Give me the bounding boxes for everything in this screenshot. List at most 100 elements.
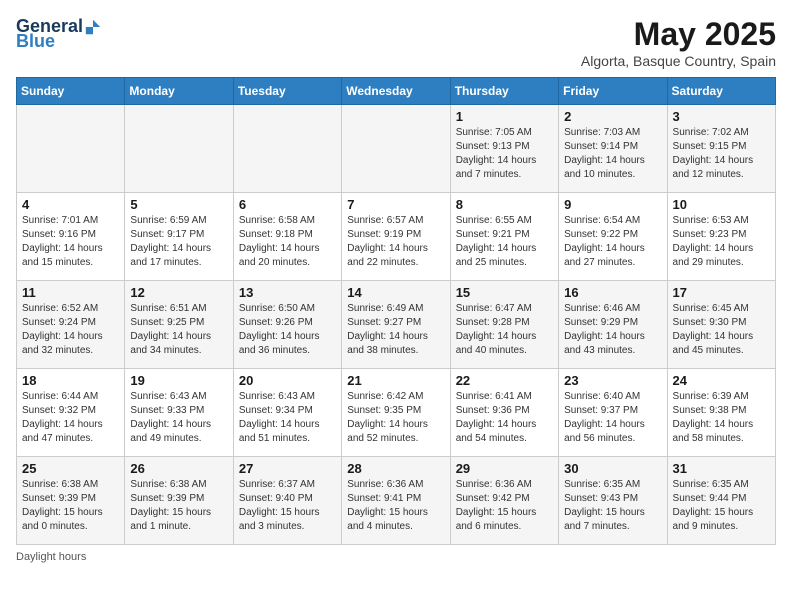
day-number: 5 xyxy=(130,197,227,212)
day-info: Sunrise: 7:05 AM Sunset: 9:13 PM Dayligh… xyxy=(456,126,553,182)
calendar-cell xyxy=(233,105,341,193)
day-number: 30 xyxy=(564,461,661,476)
day-number: 29 xyxy=(456,461,553,476)
day-number: 11 xyxy=(22,285,119,300)
calendar-week-3: 11 Sunrise: 6:52 AM Sunset: 9:24 PM Dayli… xyxy=(17,281,776,369)
day-number: 25 xyxy=(22,461,119,476)
calendar-cell: 12 Sunrise: 6:51 AM Sunset: 9:25 PM Dayli… xyxy=(125,281,233,369)
day-info: Sunrise: 6:58 AM Sunset: 9:18 PM Dayligh… xyxy=(239,214,336,270)
day-number: 14 xyxy=(347,285,444,300)
day-number: 12 xyxy=(130,285,227,300)
month-title: May 2025 xyxy=(581,16,776,53)
calendar-cell: 14 Sunrise: 6:49 AM Sunset: 9:27 PM Dayli… xyxy=(342,281,450,369)
day-info: Sunrise: 6:36 AM Sunset: 9:42 PM Dayligh… xyxy=(456,478,553,534)
day-info: Sunrise: 6:40 AM Sunset: 9:37 PM Dayligh… xyxy=(564,390,661,446)
logo-blue: Blue xyxy=(16,31,55,52)
calendar-cell: 13Sunrise: 6:50 AM Sunset: 9:26 PM Dayli… xyxy=(233,281,341,369)
day-number: 4 xyxy=(22,197,119,212)
calendar-cell: 2 Sunrise: 7:03 AM Sunset: 9:14 PM Daylig… xyxy=(559,105,667,193)
weekday-header-sunday: Sunday xyxy=(17,78,125,105)
calendar-cell: 8Sunrise: 6:55 AM Sunset: 9:21 PM Daylig… xyxy=(450,193,558,281)
calendar-cell: 29 Sunrise: 6:36 AM Sunset: 9:42 PM Dayli… xyxy=(450,457,558,545)
weekday-header-saturday: Saturday xyxy=(667,78,775,105)
weekday-header-wednesday: Wednesday xyxy=(342,78,450,105)
day-number: 27 xyxy=(239,461,336,476)
day-number: 18 xyxy=(22,373,119,388)
day-info: Sunrise: 6:42 AM Sunset: 9:35 PM Dayligh… xyxy=(347,390,444,446)
page-header: General Blue May 2025 Algorta, Basque Co… xyxy=(16,16,776,69)
day-info: Sunrise: 6:39 AM Sunset: 9:38 PM Dayligh… xyxy=(673,390,770,446)
calendar-cell: 9Sunrise: 6:54 AM Sunset: 9:22 PM Daylig… xyxy=(559,193,667,281)
day-info: Sunrise: 7:03 AM Sunset: 9:14 PM Dayligh… xyxy=(564,126,661,182)
calendar-cell: 20Sunrise: 6:43 AM Sunset: 9:34 PM Dayli… xyxy=(233,369,341,457)
weekday-header-friday: Friday xyxy=(559,78,667,105)
weekday-header-tuesday: Tuesday xyxy=(233,78,341,105)
day-number: 22 xyxy=(456,373,553,388)
day-number: 13 xyxy=(239,285,336,300)
calendar-cell xyxy=(125,105,233,193)
day-info: Sunrise: 6:49 AM Sunset: 9:27 PM Dayligh… xyxy=(347,302,444,358)
day-number: 16 xyxy=(564,285,661,300)
calendar-cell: 10Sunrise: 6:53 AM Sunset: 9:23 PM Dayli… xyxy=(667,193,775,281)
day-info: Sunrise: 6:51 AM Sunset: 9:25 PM Dayligh… xyxy=(130,302,227,358)
day-info: Sunrise: 6:37 AM Sunset: 9:40 PM Dayligh… xyxy=(239,478,336,534)
footer-note: Daylight hours xyxy=(16,551,776,563)
day-number: 24 xyxy=(673,373,770,388)
day-info: Sunrise: 7:02 AM Sunset: 9:15 PM Dayligh… xyxy=(673,126,770,182)
day-info: Sunrise: 6:52 AM Sunset: 9:24 PM Dayligh… xyxy=(22,302,119,358)
day-number: 31 xyxy=(673,461,770,476)
day-info: Sunrise: 6:45 AM Sunset: 9:30 PM Dayligh… xyxy=(673,302,770,358)
calendar-week-2: 4 Sunrise: 7:01 AM Sunset: 9:16 PM Daylig… xyxy=(17,193,776,281)
calendar-cell: 27 Sunrise: 6:37 AM Sunset: 9:40 PM Dayli… xyxy=(233,457,341,545)
calendar-week-1: 1 Sunrise: 7:05 AM Sunset: 9:13 PM Daylig… xyxy=(17,105,776,193)
day-number: 20 xyxy=(239,373,336,388)
calendar-cell: 31Sunrise: 6:35 AM Sunset: 9:44 PM Dayli… xyxy=(667,457,775,545)
day-number: 9 xyxy=(564,197,661,212)
weekday-header-monday: Monday xyxy=(125,78,233,105)
day-info: Sunrise: 6:43 AM Sunset: 9:33 PM Dayligh… xyxy=(130,390,227,446)
calendar-cell: 1 Sunrise: 7:05 AM Sunset: 9:13 PM Daylig… xyxy=(450,105,558,193)
logo: General Blue xyxy=(16,16,102,52)
day-number: 6 xyxy=(239,197,336,212)
day-info: Sunrise: 6:36 AM Sunset: 9:41 PM Dayligh… xyxy=(347,478,444,534)
day-number: 21 xyxy=(347,373,444,388)
calendar-cell: 3 Sunrise: 7:02 AM Sunset: 9:15 PM Daylig… xyxy=(667,105,775,193)
day-info: Sunrise: 6:55 AM Sunset: 9:21 PM Dayligh… xyxy=(456,214,553,270)
day-number: 3 xyxy=(673,109,770,124)
day-info: Sunrise: 6:59 AM Sunset: 9:17 PM Dayligh… xyxy=(130,214,227,270)
calendar-cell: 25Sunrise: 6:38 AM Sunset: 9:39 PM Dayli… xyxy=(17,457,125,545)
day-number: 1 xyxy=(456,109,553,124)
day-number: 2 xyxy=(564,109,661,124)
day-number: 28 xyxy=(347,461,444,476)
location-subtitle: Algorta, Basque Country, Spain xyxy=(581,53,776,69)
calendar-cell: 19 Sunrise: 6:43 AM Sunset: 9:33 PM Dayli… xyxy=(125,369,233,457)
calendar-table: SundayMondayTuesdayWednesdayThursdayFrid… xyxy=(16,77,776,545)
calendar-cell: 7Sunrise: 6:57 AM Sunset: 9:19 PM Daylig… xyxy=(342,193,450,281)
day-info: Sunrise: 7:01 AM Sunset: 9:16 PM Dayligh… xyxy=(22,214,119,270)
day-number: 19 xyxy=(130,373,227,388)
calendar-cell xyxy=(17,105,125,193)
day-info: Sunrise: 6:41 AM Sunset: 9:36 PM Dayligh… xyxy=(456,390,553,446)
calendar-cell: 11 Sunrise: 6:52 AM Sunset: 9:24 PM Dayli… xyxy=(17,281,125,369)
day-info: Sunrise: 6:47 AM Sunset: 9:28 PM Dayligh… xyxy=(456,302,553,358)
calendar-cell xyxy=(342,105,450,193)
calendar-cell: 21 Sunrise: 6:42 AM Sunset: 9:35 PM Dayli… xyxy=(342,369,450,457)
calendar-cell: 6 Sunrise: 6:58 AM Sunset: 9:18 PM Daylig… xyxy=(233,193,341,281)
day-info: Sunrise: 6:57 AM Sunset: 9:19 PM Dayligh… xyxy=(347,214,444,270)
calendar-cell: 23Sunrise: 6:40 AM Sunset: 9:37 PM Dayli… xyxy=(559,369,667,457)
day-info: Sunrise: 6:44 AM Sunset: 9:32 PM Dayligh… xyxy=(22,390,119,446)
calendar-week-5: 25 Sunrise: 6:38 AM Sunset: 9:39 PM Dayli… xyxy=(17,457,776,545)
day-number: 26 xyxy=(130,461,227,476)
calendar-cell: 4 Sunrise: 7:01 AM Sunset: 9:16 PM Daylig… xyxy=(17,193,125,281)
calendar-cell: 22 Sunrise: 6:41 AM Sunset: 9:36 PM Dayli… xyxy=(450,369,558,457)
day-info: Sunrise: 6:38 AM Sunset: 9:39 PM Dayligh… xyxy=(130,478,227,534)
calendar-cell: 18 Sunrise: 6:44 AM Sunset: 9:32 PM Dayli… xyxy=(17,369,125,457)
weekday-header-thursday: Thursday xyxy=(450,78,558,105)
calendar-week-4: 18 Sunrise: 6:44 AM Sunset: 9:32 PM Dayli… xyxy=(17,369,776,457)
calendar-cell: 24 Sunrise: 6:39 AM Sunset: 9:38 PM Dayli… xyxy=(667,369,775,457)
calendar-cell: 28 Sunrise: 6:36 AM Sunset: 9:41 PM Dayli… xyxy=(342,457,450,545)
weekday-header-row: SundayMondayTuesdayWednesdayThursdayFrid… xyxy=(17,78,776,105)
day-number: 10 xyxy=(673,197,770,212)
calendar-cell: 16Sunrise: 6:46 AM Sunset: 9:29 PM Dayli… xyxy=(559,281,667,369)
calendar-cell: 17Sunrise: 6:45 AM Sunset: 9:30 PM Dayli… xyxy=(667,281,775,369)
